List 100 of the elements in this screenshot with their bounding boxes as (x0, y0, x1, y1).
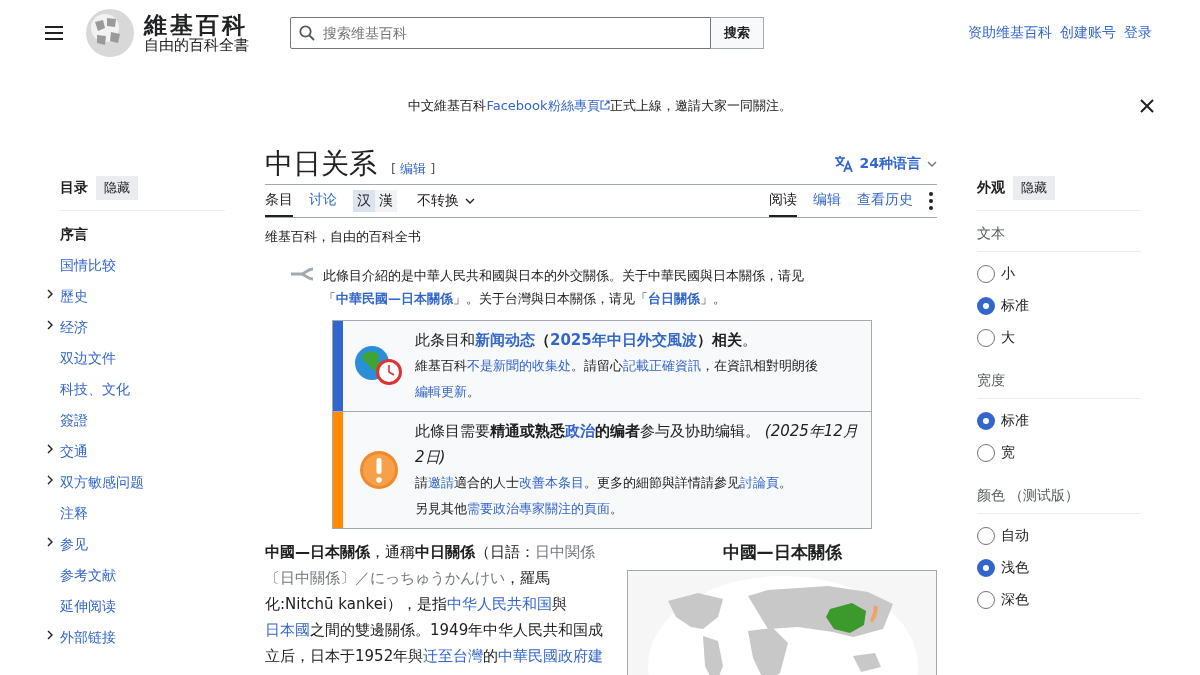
user-link[interactable]: 创建账号 (1060, 24, 1116, 42)
caret-icon[interactable] (47, 289, 53, 299)
notice-text: 維基百科不是新聞的收集处。請留心記載正確資訊，在資訊相對明朗後 編輯更新。 (415, 357, 819, 402)
link[interactable]: 編輯更新 (415, 384, 467, 400)
group-heading: 文本 (977, 219, 1141, 252)
radio-label: 大 (1001, 329, 1015, 347)
caret-icon[interactable] (47, 630, 53, 640)
radio-label: 浅色 (1001, 559, 1029, 577)
close-icon[interactable] (1140, 99, 1154, 113)
lead-paragraph: 中國—日本關係，通稱中日關係（日語：日中関係〔日中關係〕／にっちゅうかんけい，羅馬化:Nitchū kankei），是指中华人民共和国與 日本國之間的雙邊關係。1949年中华人民共和国成立后，日本于1952年與迁至台灣的中華民國政府建 (265, 542, 605, 668)
radio-button[interactable] (977, 412, 995, 430)
toc-item[interactable]: 延伸阅读 (60, 597, 116, 616)
radio-label: 标准 (1001, 412, 1029, 430)
radio-label: 标准 (1001, 297, 1029, 315)
link[interactable]: 需要政治專家關注的頁面 (467, 501, 610, 517)
globe-clock-icon (354, 345, 404, 388)
variant-tab[interactable]: 漢 (375, 190, 397, 213)
toc-item[interactable]: 参见 (60, 535, 88, 554)
radio-button[interactable] (977, 559, 995, 577)
globe-logo-icon[interactable] (85, 8, 135, 58)
link[interactable]: 迁至台灣 (423, 647, 484, 666)
search-button[interactable]: 搜索 (711, 17, 764, 49)
tab[interactable]: 条目 (265, 185, 293, 218)
toc-title: 目录 (60, 179, 88, 197)
notice-text: 另見其他需要政治專家關注的頁面。 (415, 500, 624, 519)
link[interactable]: 中華民國政府建 (498, 647, 604, 666)
hatnote-text: 此條目介紹的是中華人民共和國與日本的外交關係。关于中華民國與日本關係，请见「中華民國—日本關係」。关于台灣與日本關係，请见「台日關係」。 (323, 267, 805, 309)
banner-message: 中文維基百科Facebook粉絲專頁 正式上線，邀請大家一同關注。 (408, 97, 792, 115)
radio-button[interactable] (977, 329, 995, 347)
link[interactable]: 討論頁 (740, 475, 779, 491)
search-icon (299, 25, 315, 41)
toc-item[interactable]: 序言 (60, 225, 88, 244)
infobox-title: 中國—日本關係 (721, 541, 844, 565)
caret-icon[interactable] (47, 475, 53, 485)
chevron-icon (927, 161, 937, 167)
notice-text: 此条目和新闻动态（2025年中日外交風波）相关。 (415, 330, 758, 352)
radio-label: 小 (1001, 265, 1015, 283)
edit-link[interactable]: [ 编辑 ] (391, 160, 436, 178)
radio-button[interactable] (977, 297, 995, 315)
fork-icon (289, 266, 315, 283)
link[interactable]: 改善本条目 (519, 475, 584, 491)
caret-icon[interactable] (47, 320, 53, 330)
toc-item[interactable]: 簽證 (60, 411, 88, 430)
group-heading: 宽度 (977, 366, 1141, 399)
hide-button[interactable]: 隐藏 (96, 176, 138, 200)
menu-icon[interactable] (45, 26, 63, 40)
link[interactable]: 2025年中日外交風波 (550, 331, 697, 350)
group-heading: 颜色 （测试版） (977, 481, 1141, 514)
link[interactable]: 不是新聞的收集处 (467, 358, 571, 374)
toc-item[interactable]: 交通 (60, 442, 88, 461)
link[interactable]: 中華民國—日本關係 (336, 291, 453, 307)
link[interactable]: Facebook粉絲專頁 (486, 98, 610, 113)
logo-title[interactable]: 維基百科 (144, 12, 249, 38)
radio-button[interactable] (977, 527, 995, 545)
tagline: 维基百科，自由的百科全书 (265, 228, 422, 247)
logo-subtitle: 自由的百科全書 (144, 37, 249, 54)
caret-icon[interactable] (47, 444, 53, 454)
toc-item[interactable]: 参考文献 (60, 566, 116, 585)
link[interactable]: 新闻动态 (475, 331, 535, 350)
toc-item[interactable]: 双方敏感问题 (60, 473, 144, 492)
radio-button[interactable] (977, 265, 995, 283)
toc-item[interactable]: 注释 (60, 504, 88, 523)
search-field[interactable]: 搜索维基百科 (290, 17, 711, 49)
tab[interactable]: 编辑 (813, 185, 841, 218)
warning-icon (359, 450, 399, 491)
variant-dropdown[interactable]: 不转换 (417, 185, 475, 218)
language-button[interactable]: 24种语言 (833, 155, 937, 173)
user-link[interactable]: 资助维基百科 (968, 24, 1052, 42)
tab[interactable]: 讨论 (309, 185, 337, 218)
toc-item[interactable]: 歷史 (60, 287, 88, 306)
hide-button[interactable]: 隐藏 (1013, 176, 1055, 200)
chevron-icon (465, 198, 475, 205)
link[interactable]: 政治 (565, 422, 595, 441)
radio-label: 宽 (1001, 444, 1015, 462)
toc-item[interactable]: 国情比较 (60, 256, 116, 275)
radio-label: 自动 (1001, 527, 1029, 545)
user-link[interactable]: 登录 (1124, 24, 1152, 42)
toc-item[interactable]: 双边文件 (60, 349, 116, 368)
translate-icon (833, 155, 854, 173)
radio-button[interactable] (977, 444, 995, 462)
page-title: 中日关系 (265, 146, 377, 182)
more-icon[interactable] (929, 192, 933, 211)
variant-tab[interactable]: 汉 (353, 190, 375, 213)
link[interactable]: 日本國 (265, 621, 310, 640)
toc-item[interactable]: 经济 (60, 318, 88, 337)
toc-item[interactable]: 科技、文化 (60, 380, 130, 399)
tab[interactable]: 查看历史 (857, 185, 913, 218)
toc-item[interactable]: 外部链接 (60, 628, 116, 647)
external-link-icon (599, 100, 610, 110)
radio-label: 深色 (1001, 591, 1029, 609)
notice-text: 請邀請適合的人士改善本条目。更多的細節與詳情請參见討論頁。 (415, 474, 793, 493)
notice-text: 此條目需要精通或熟悉政治的编者参与及协助编辑。 (2025年12月2日) (415, 421, 859, 469)
appearance-title: 外观 (977, 179, 1005, 197)
link[interactable]: 邀請 (428, 475, 454, 491)
tab[interactable]: 阅读 (769, 185, 797, 218)
caret-icon[interactable] (47, 537, 53, 547)
link[interactable]: 中华人民共和国 (447, 595, 553, 614)
link[interactable]: 記載正確資訊 (623, 358, 701, 374)
link[interactable]: 台日關係 (648, 291, 700, 307)
radio-button[interactable] (977, 591, 995, 609)
